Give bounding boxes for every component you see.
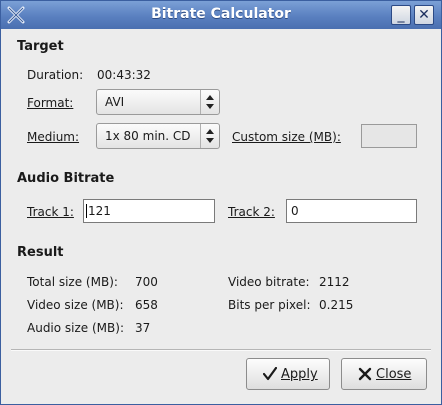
total-size-label: Total size (MB): <box>27 275 118 289</box>
audio-size-label: Audio size (MB): <box>27 321 124 335</box>
format-spin-icon <box>200 90 219 114</box>
audio-bitrate-heading: Audio Bitrate <box>17 171 115 186</box>
track2-label: Track 2: <box>228 205 275 219</box>
minimize-icon: _ <box>397 7 405 23</box>
medium-select[interactable]: 1x 80 min. CD <box>96 123 220 149</box>
bitrate-calculator-window: Bitrate Calculator _ ✕ Target Duration: … <box>0 0 442 405</box>
format-selected-value: AVI <box>105 95 125 109</box>
separator <box>11 349 431 351</box>
medium-label: Medium: <box>27 130 80 144</box>
audio-size-value: 37 <box>135 321 151 335</box>
target-heading: Target <box>17 39 64 54</box>
apply-button[interactable]: Apply <box>246 358 330 390</box>
minimize-button[interactable]: _ <box>391 5 411 25</box>
title-bar[interactable]: Bitrate Calculator _ ✕ <box>1 1 441 29</box>
track2-value: 0 <box>291 204 299 218</box>
duration-value: 00:43:32 <box>97 68 151 82</box>
video-bitrate-value: 2112 <box>319 275 350 289</box>
total-size-value: 700 <box>135 275 158 289</box>
track2-input[interactable]: 0 <box>286 199 417 223</box>
window-title: Bitrate Calculator <box>151 6 291 22</box>
format-label: Format: <box>27 96 74 110</box>
close-x-icon <box>358 367 372 381</box>
apply-label: Apply <box>281 367 318 382</box>
video-bitrate-label: Video bitrate: <box>228 275 310 289</box>
video-size-label: Video size (MB): <box>27 298 124 312</box>
track1-value: 121 <box>86 204 111 218</box>
track1-label: Track 1: <box>27 205 74 219</box>
format-select[interactable]: AVI <box>96 89 220 115</box>
bits-per-pixel-label: Bits per pixel: <box>228 298 311 312</box>
checkmark-icon <box>263 367 277 381</box>
close-window-button[interactable]: ✕ <box>414 5 434 25</box>
medium-selected-value: 1x 80 min. CD <box>105 129 191 143</box>
duration-label: Duration: <box>27 68 84 82</box>
close-icon: ✕ <box>418 7 430 23</box>
result-heading: Result <box>17 245 64 260</box>
custom-size-field[interactable] <box>361 124 417 148</box>
bits-per-pixel-value: 0.215 <box>319 298 354 312</box>
video-size-value: 658 <box>135 298 158 312</box>
medium-spin-icon <box>200 124 219 148</box>
close-button[interactable]: Close <box>341 358 427 390</box>
track1-input[interactable]: 121 <box>83 199 215 223</box>
custom-size-label: Custom size (MB): <box>232 130 341 144</box>
close-label: Close <box>376 367 412 382</box>
